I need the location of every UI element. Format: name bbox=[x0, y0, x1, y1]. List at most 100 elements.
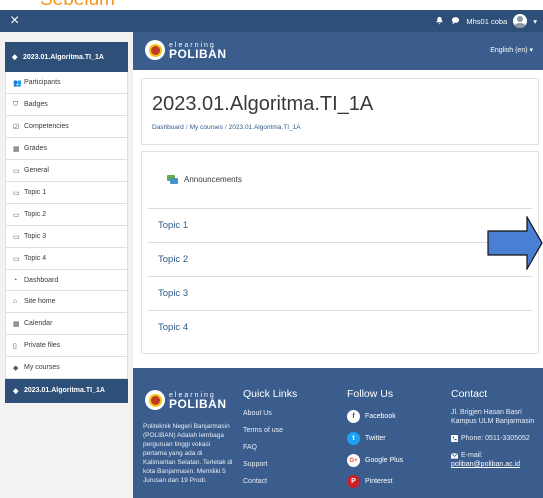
sidebar-course-group: ◆ 2023.01.Algoritma.TI_1A 👥 Participants … bbox=[5, 42, 128, 270]
site-footer: elearning POLIBAN Politeknik Negeri Banj… bbox=[133, 368, 543, 498]
folder-icon: ▭ bbox=[13, 255, 20, 263]
footer-link-faq[interactable]: FAQ bbox=[243, 444, 257, 451]
folder-icon: ▭ bbox=[13, 189, 20, 197]
logo-text: elearning POLIBAN bbox=[169, 41, 227, 60]
topic-section-2: Topic 2 bbox=[148, 242, 532, 276]
chevron-down-icon[interactable]: ▾ bbox=[533, 17, 537, 26]
contact-address: Jl. Brigjen Hasan Basri Kampus ULM Banja… bbox=[451, 409, 535, 425]
sidebar-item-label: Site home bbox=[24, 298, 56, 305]
logo-poliban-text: POLIBAN bbox=[169, 397, 227, 411]
sidebar: ◆ 2023.01.Algoritma.TI_1A 👥 Participants … bbox=[0, 32, 133, 498]
sidebar-item-label: Topic 4 bbox=[24, 255, 47, 262]
sidebar-item-label: Topic 1 bbox=[24, 189, 47, 196]
breadcrumb-course[interactable]: 2023.01.Algoritma.TI_1A bbox=[229, 124, 301, 131]
breadcrumb-my-courses[interactable]: My courses bbox=[190, 124, 223, 131]
social-facebook[interactable]: f Facebook bbox=[347, 410, 396, 423]
pinterest-icon: P bbox=[347, 475, 360, 488]
close-icon[interactable]: × bbox=[10, 12, 19, 30]
topic-section-1: Topic 1 bbox=[148, 208, 532, 242]
sidebar-item-grades[interactable]: ▦ Grades bbox=[5, 138, 128, 160]
users-icon: 👥 bbox=[13, 79, 22, 87]
contact-phone-text: Phone: 0511-3305052 bbox=[461, 435, 530, 442]
graduation-cap-icon: ◆ bbox=[13, 364, 19, 372]
sidebar-item-label: Dashboard bbox=[24, 276, 59, 284]
social-label: Facebook bbox=[365, 413, 396, 420]
sidebar-item-private-files[interactable]: ▯ Private files bbox=[5, 335, 128, 357]
contact-email-label: E-mail: bbox=[451, 451, 483, 460]
language-menu[interactable]: English (en) ▾ bbox=[490, 46, 533, 54]
footer-link-terms[interactable]: Terms of use bbox=[243, 427, 283, 434]
topic-link-2[interactable]: Topic 2 bbox=[158, 254, 188, 265]
breadcrumb-dashboard[interactable]: Dashboard bbox=[152, 124, 184, 131]
bell-icon[interactable] bbox=[434, 16, 444, 26]
username[interactable]: Mhs01 coba bbox=[466, 17, 507, 26]
sidebar-item-label: My courses bbox=[24, 364, 60, 371]
sidebar-course-header-label: 2023.01.Algoritma.TI_1A bbox=[23, 53, 104, 61]
topic-link-4[interactable]: Topic 4 bbox=[158, 322, 188, 333]
chat-icon[interactable] bbox=[450, 16, 460, 26]
sidebar-item-site-home[interactable]: ⌂ Site home bbox=[5, 291, 128, 313]
social-twitter[interactable]: t Twitter bbox=[347, 432, 386, 445]
sidebar-item-topic-4[interactable]: ▭ Topic 4 bbox=[5, 248, 128, 270]
sidebar-item-dashboard[interactable]: ◔ Dashboard bbox=[5, 269, 128, 291]
checkbox-icon: ☑ bbox=[13, 123, 20, 131]
caption-strip: Sebelum bbox=[0, 0, 543, 10]
sidebar-item-topic-3[interactable]: ▭ Topic 3 bbox=[5, 226, 128, 248]
site-banner: elearning POLIBAN English (en) ▾ bbox=[133, 32, 543, 70]
social-label: Google Plus bbox=[365, 457, 404, 464]
breadcrumb: Dashboard / My courses/2023.01.Algoritma.T… bbox=[152, 124, 301, 131]
topic-link-1[interactable]: Topic 1 bbox=[158, 220, 188, 231]
social-google-plus[interactable]: G+ Google Plus bbox=[347, 454, 403, 467]
topic-link-3[interactable]: Topic 3 bbox=[158, 288, 188, 299]
google-plus-icon: G+ bbox=[347, 454, 360, 467]
social-pinterest[interactable]: P Pinterest bbox=[347, 475, 393, 488]
site-logo[interactable]: elearning POLIBAN bbox=[145, 40, 227, 60]
phone-icon bbox=[451, 435, 458, 442]
sidebar-item-label: Topic 3 bbox=[24, 233, 47, 240]
announcements-link[interactable]: Announcements bbox=[167, 175, 242, 184]
twitter-icon: t bbox=[347, 432, 360, 445]
poliban-seal-icon bbox=[145, 390, 165, 410]
footer-link-contact[interactable]: Contact bbox=[243, 478, 267, 485]
folder-icon: ▭ bbox=[13, 167, 20, 175]
sidebar-item-general[interactable]: ▭ General bbox=[5, 160, 128, 182]
home-icon: ⌂ bbox=[13, 298, 18, 305]
sidebar-item-my-courses[interactable]: ◆ My courses bbox=[5, 357, 128, 379]
graduation-cap-icon: ◆ bbox=[12, 54, 18, 61]
footer-logo: elearning POLIBAN bbox=[145, 390, 227, 410]
avatar[interactable] bbox=[513, 14, 528, 28]
contact-heading: Contact bbox=[451, 388, 488, 400]
sidebar-nav-group: ◔ Dashboard ⌂ Site home ▦ Calendar ▯ Private… bbox=[5, 269, 128, 403]
sidebar-item-label: 2023.01.Algoritma.TI_1A bbox=[24, 387, 105, 394]
forum-icon bbox=[167, 175, 178, 184]
footer-link-about[interactable]: About Us bbox=[243, 410, 272, 417]
sidebar-item-participants[interactable]: 👥 Participants bbox=[5, 72, 128, 94]
sidebar-item-active-course[interactable]: ◆ 2023.01.Algoritma.TI_1A bbox=[5, 379, 128, 403]
footer-link-support[interactable]: Support bbox=[243, 461, 268, 468]
social-label: Pinterest bbox=[365, 478, 393, 485]
table-icon: ▦ bbox=[13, 145, 20, 153]
contact-email-label-text: E-mail: bbox=[461, 452, 483, 459]
sidebar-item-label: Participants bbox=[24, 79, 61, 86]
quick-links-heading: Quick Links bbox=[243, 388, 298, 400]
sidebar-item-topic-1[interactable]: ▭ Topic 1 bbox=[5, 182, 128, 204]
graduation-cap-icon: ◆ bbox=[13, 387, 19, 395]
sidebar-item-label: Calendar bbox=[24, 320, 53, 327]
topic-section-3: Topic 3 bbox=[148, 276, 532, 310]
sidebar-item-topic-2[interactable]: ▭ Topic 2 bbox=[5, 204, 128, 226]
announcements-label: Announcements bbox=[184, 175, 242, 184]
contact-email[interactable]: poliban@poliban.ac.id bbox=[451, 460, 520, 469]
course-content-card: Announcements Topic 1 Topic 2 Topic 3 To… bbox=[141, 151, 539, 354]
follow-us-heading: Follow Us bbox=[347, 388, 394, 400]
sidebar-item-calendar[interactable]: ▦ Calendar bbox=[5, 313, 128, 335]
caption-text: Sebelum bbox=[40, 0, 115, 10]
sidebar-item-label: Grades bbox=[24, 145, 47, 152]
sidebar-course-header[interactable]: ◆ 2023.01.Algoritma.TI_1A bbox=[5, 42, 128, 72]
folder-icon: ▭ bbox=[13, 211, 20, 219]
topic-section-4: Topic 4 bbox=[148, 310, 532, 344]
sidebar-item-badges[interactable]: ⛉ Badges bbox=[5, 94, 128, 116]
sidebar-item-label: Competencies bbox=[24, 123, 69, 130]
contact-email-link[interactable]: poliban@poliban.ac.id bbox=[451, 461, 520, 468]
sidebar-item-competencies[interactable]: ☑ Competencies bbox=[5, 116, 128, 138]
page-title: 2023.01.Algoritma.TI_1A bbox=[152, 93, 374, 115]
